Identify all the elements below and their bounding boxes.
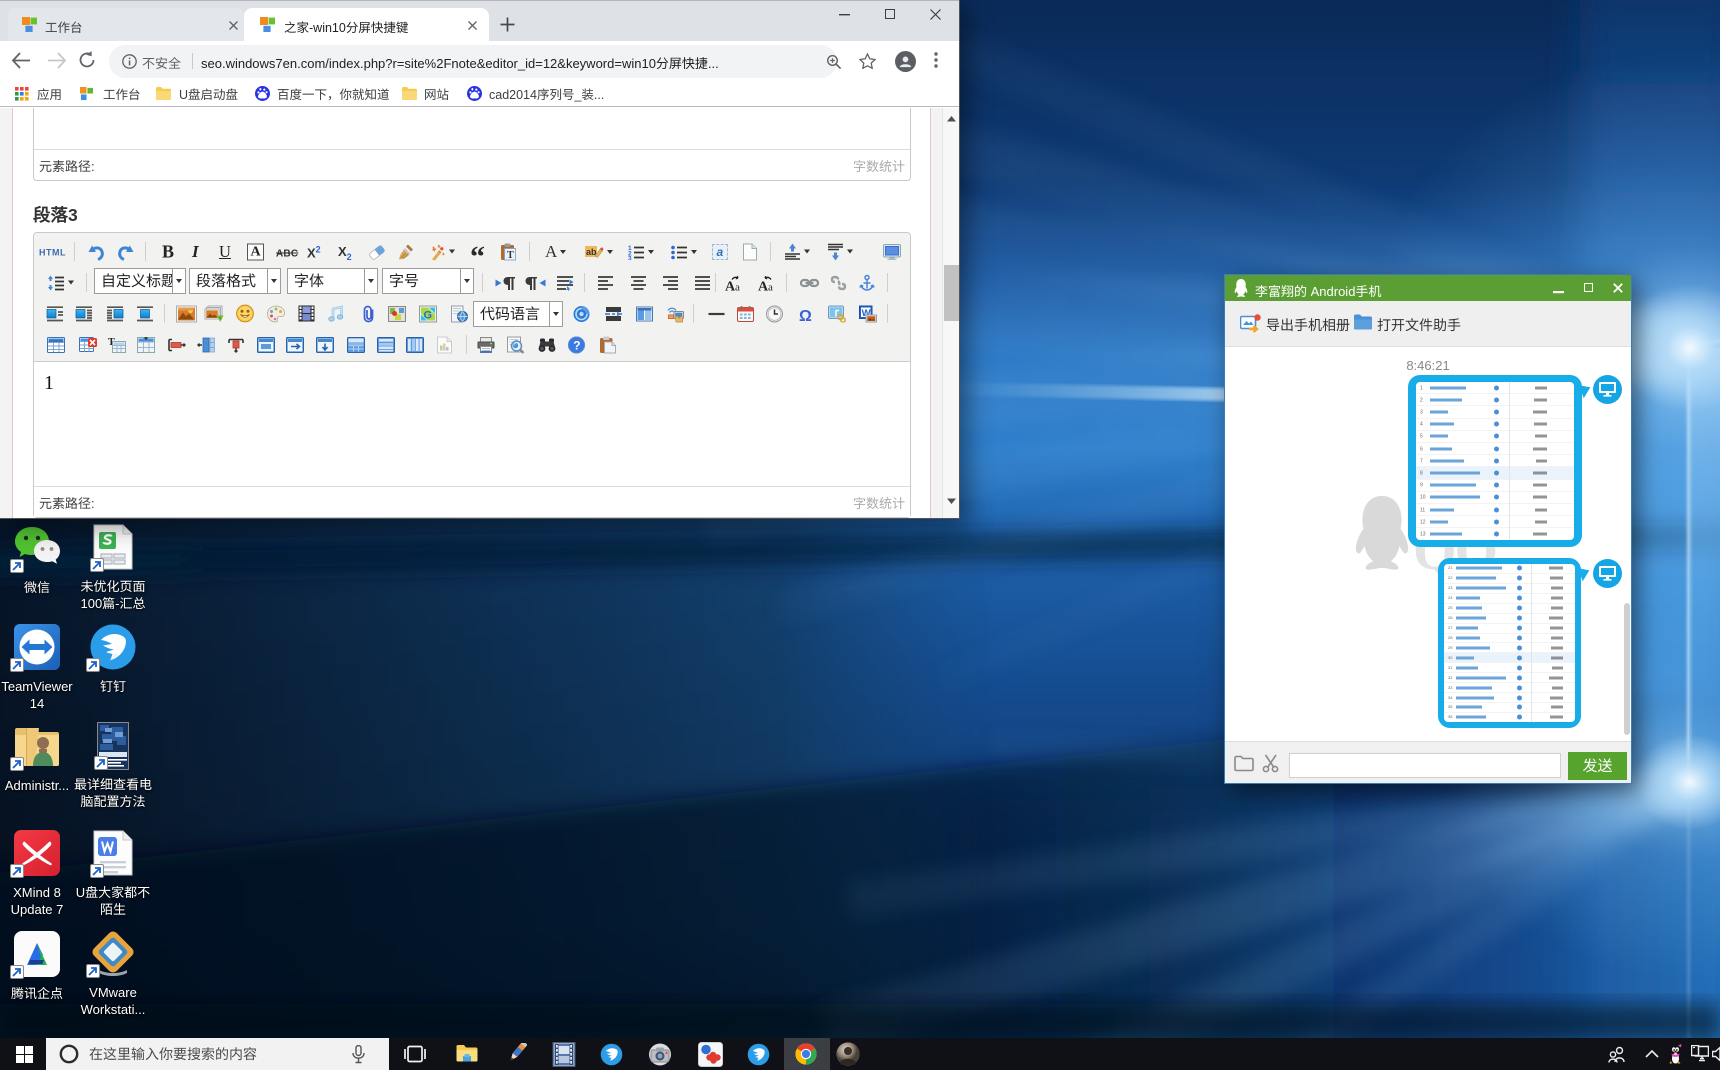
svg-text:?: ?: [573, 336, 580, 353]
svg-text:T: T: [507, 250, 514, 261]
svg-text:a: a: [768, 281, 773, 291]
svg-text:3: 3: [628, 252, 632, 260]
svg-text:G: G: [424, 306, 433, 322]
svg-text:a: a: [735, 281, 740, 291]
